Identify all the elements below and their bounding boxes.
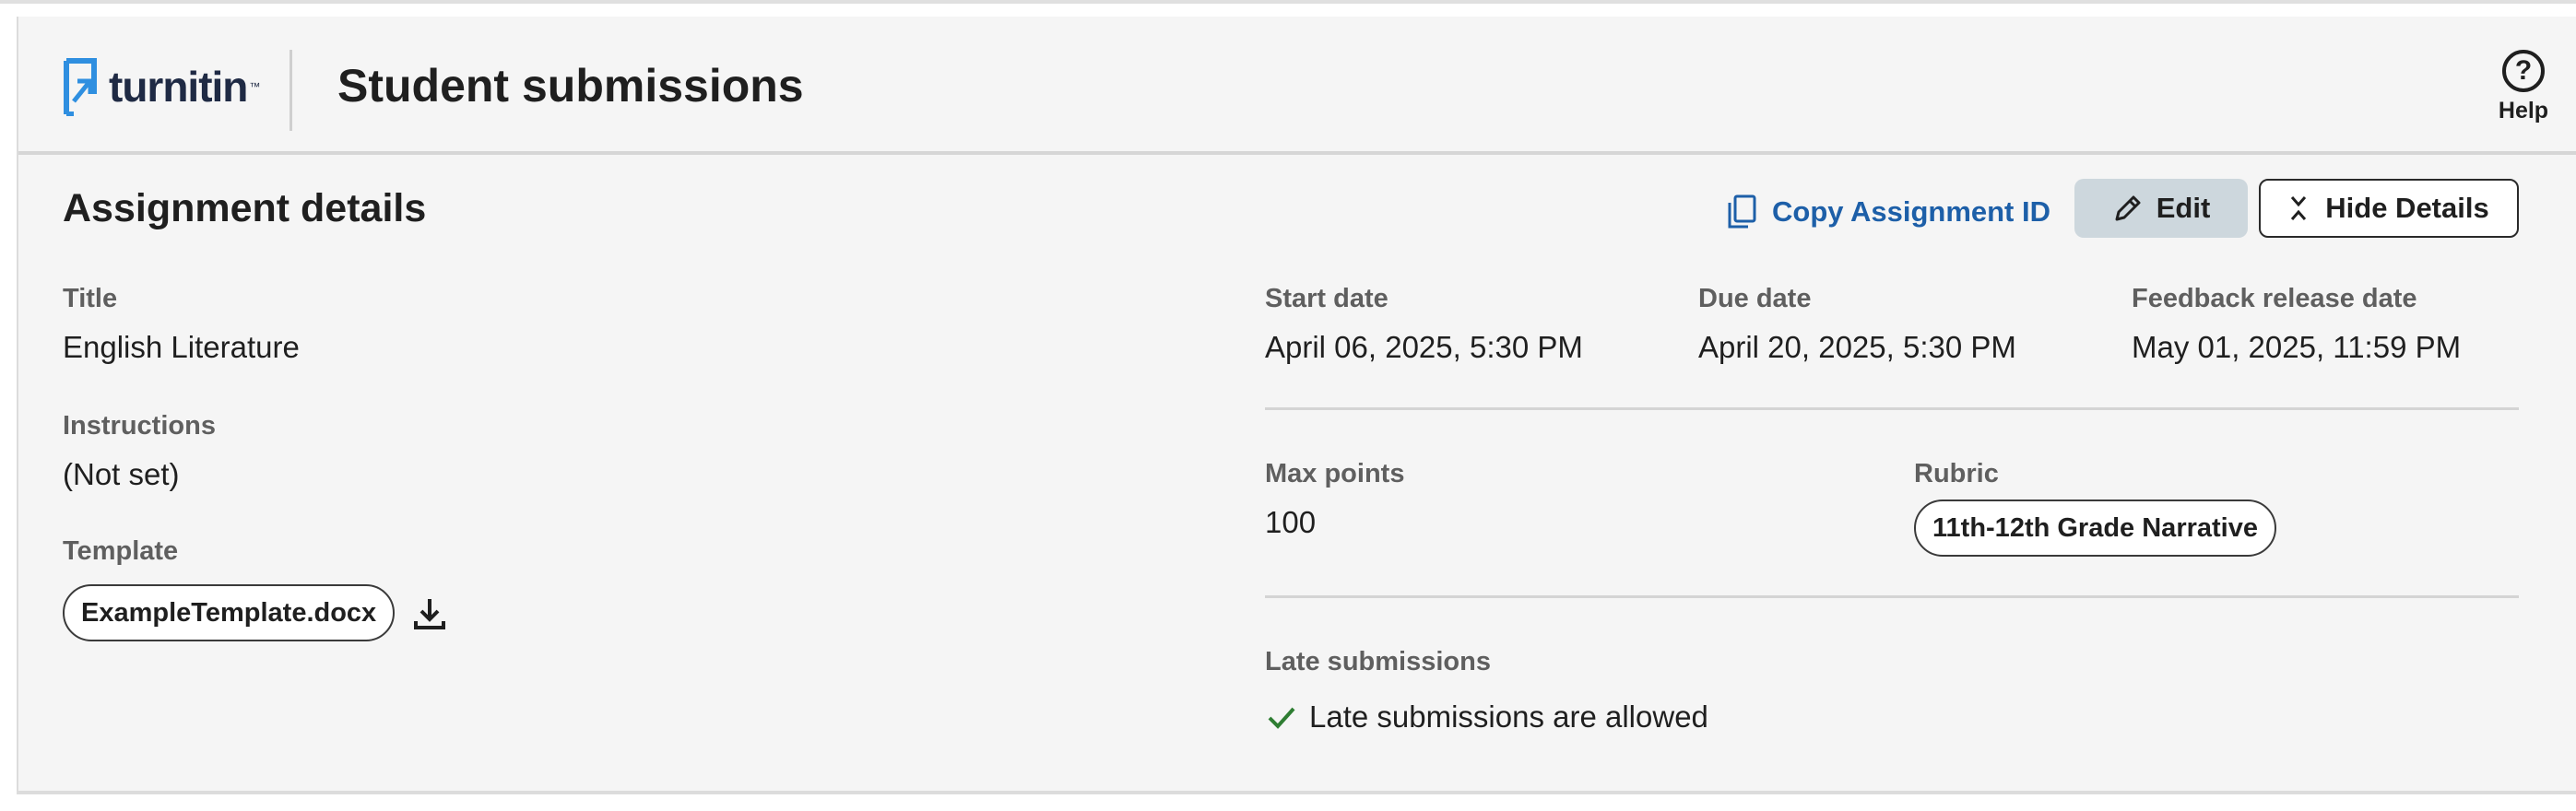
due-date-value: April 20, 2025, 5:30 PM — [1698, 330, 2016, 364]
title-value: English Literature — [63, 330, 300, 364]
divider — [1265, 407, 2519, 410]
late-submissions-status: Late submissions are allowed — [1265, 697, 1708, 737]
instructions-value: (Not set) — [63, 457, 180, 491]
collapse-icon — [2291, 196, 2307, 220]
feedback-release-value: May 01, 2025, 11:59 PM — [2132, 330, 2462, 364]
logo-trademark: ™ — [249, 80, 261, 93]
template-label: Template — [63, 536, 179, 566]
pencil-icon — [2115, 195, 2141, 221]
help-label: Help — [2498, 98, 2549, 123]
start-date-label: Start date — [1265, 284, 1388, 313]
header-divider — [290, 50, 292, 131]
late-submissions-label: Late submissions — [1265, 647, 1491, 676]
section-title: Assignment details — [63, 186, 427, 230]
turnitin-logo-icon — [64, 58, 97, 116]
turnitin-logo[interactable]: turnitin ™ — [63, 57, 260, 116]
template-file-chip[interactable]: ExampleTemplate.docx — [63, 584, 396, 641]
instructions-label: Instructions — [63, 411, 216, 441]
max-points-value: 100 — [1265, 505, 1317, 539]
help-icon: ? — [2502, 50, 2545, 92]
due-date-label: Due date — [1698, 284, 1812, 313]
rubric-chip[interactable]: 11th-12th Grade Narrative — [1914, 500, 2276, 557]
edit-label: Edit — [2156, 192, 2211, 224]
hide-details-button[interactable]: Hide Details — [2259, 179, 2519, 238]
rubric-label: Rubric — [1914, 459, 1999, 488]
help-button[interactable]: ? Help — [2484, 50, 2563, 138]
title-label: Title — [63, 284, 118, 313]
copy-icon — [1728, 194, 1756, 229]
bottom-rule — [18, 791, 2576, 794]
feedback-release-label: Feedback release date — [2132, 284, 2417, 313]
check-icon — [1268, 707, 1295, 729]
page-title: Student submissions — [337, 60, 804, 112]
logo-wordmark: turnitin — [109, 63, 248, 111]
assignment-panel: turnitin ™ Student submissions ? Help As… — [17, 17, 2576, 794]
divider — [1265, 595, 2519, 598]
hide-details-label: Hide Details — [2325, 192, 2489, 224]
page-header: turnitin ™ Student submissions ? Help — [18, 17, 2576, 155]
start-date-value: April 06, 2025, 5:30 PM — [1265, 330, 1583, 364]
copy-assignment-id-label: Copy Assignment ID — [1772, 195, 2050, 228]
edit-button[interactable]: Edit — [2074, 179, 2248, 238]
download-icon[interactable] — [411, 595, 448, 632]
copy-assignment-id-button[interactable]: Copy Assignment ID — [1726, 184, 2050, 240]
top-rule — [0, 0, 2576, 4]
max-points-label: Max points — [1265, 459, 1405, 488]
late-submissions-value: Late submissions are allowed — [1309, 699, 1708, 734]
